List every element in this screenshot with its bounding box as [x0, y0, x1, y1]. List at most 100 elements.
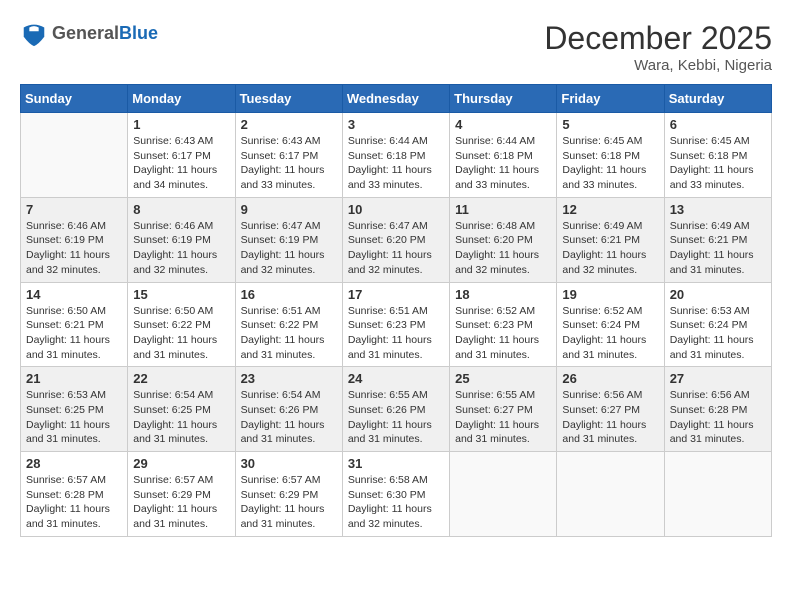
daylight-text: Daylight: 11 hours and 31 minutes. — [241, 419, 325, 446]
day-info: Sunrise: 6:49 AM Sunset: 6:21 PM Dayligh… — [670, 219, 766, 278]
day-number: 5 — [562, 117, 658, 132]
sunrise-text: Sunrise: 6:54 AM — [241, 389, 321, 401]
sunrise-text: Sunrise: 6:45 AM — [670, 135, 750, 147]
sunrise-text: Sunrise: 6:57 AM — [26, 474, 106, 486]
day-number: 9 — [241, 202, 337, 217]
table-row: 12 Sunrise: 6:49 AM Sunset: 6:21 PM Dayl… — [557, 197, 664, 282]
day-number: 10 — [348, 202, 444, 217]
day-number: 1 — [133, 117, 229, 132]
table-row: 29 Sunrise: 6:57 AM Sunset: 6:29 PM Dayl… — [128, 452, 235, 537]
day-info: Sunrise: 6:47 AM Sunset: 6:20 PM Dayligh… — [348, 219, 444, 278]
day-number: 25 — [455, 371, 551, 386]
sunrise-text: Sunrise: 6:53 AM — [26, 389, 106, 401]
day-info: Sunrise: 6:54 AM Sunset: 6:25 PM Dayligh… — [133, 388, 229, 447]
day-info: Sunrise: 6:52 AM Sunset: 6:24 PM Dayligh… — [562, 304, 658, 363]
sunrise-text: Sunrise: 6:57 AM — [133, 474, 213, 486]
daylight-text: Daylight: 11 hours and 32 minutes. — [133, 249, 217, 276]
sunset-text: Sunset: 6:23 PM — [348, 319, 426, 331]
day-number: 14 — [26, 287, 122, 302]
day-info: Sunrise: 6:58 AM Sunset: 6:30 PM Dayligh… — [348, 473, 444, 532]
sunset-text: Sunset: 6:19 PM — [241, 234, 319, 246]
day-info: Sunrise: 6:43 AM Sunset: 6:17 PM Dayligh… — [241, 134, 337, 193]
location-subtitle: Wara, Kebbi, Nigeria — [544, 57, 772, 74]
table-row: 26 Sunrise: 6:56 AM Sunset: 6:27 PM Dayl… — [557, 367, 664, 452]
daylight-text: Daylight: 11 hours and 31 minutes. — [455, 334, 539, 361]
col-friday: Friday — [557, 85, 664, 113]
day-info: Sunrise: 6:50 AM Sunset: 6:21 PM Dayligh… — [26, 304, 122, 363]
table-row: 15 Sunrise: 6:50 AM Sunset: 6:22 PM Dayl… — [128, 282, 235, 367]
sunrise-text: Sunrise: 6:43 AM — [133, 135, 213, 147]
day-number: 15 — [133, 287, 229, 302]
day-number: 2 — [241, 117, 337, 132]
sunrise-text: Sunrise: 6:47 AM — [348, 220, 428, 232]
table-row — [21, 113, 128, 198]
day-number: 26 — [562, 371, 658, 386]
daylight-text: Daylight: 11 hours and 31 minutes. — [348, 334, 432, 361]
col-saturday: Saturday — [664, 85, 771, 113]
day-info: Sunrise: 6:57 AM Sunset: 6:29 PM Dayligh… — [241, 473, 337, 532]
sunset-text: Sunset: 6:19 PM — [26, 234, 104, 246]
day-number: 16 — [241, 287, 337, 302]
daylight-text: Daylight: 11 hours and 31 minutes. — [241, 334, 325, 361]
daylight-text: Daylight: 11 hours and 31 minutes. — [562, 419, 646, 446]
day-number: 17 — [348, 287, 444, 302]
sunset-text: Sunset: 6:21 PM — [26, 319, 104, 331]
day-number: 6 — [670, 117, 766, 132]
daylight-text: Daylight: 11 hours and 33 minutes. — [455, 164, 539, 191]
daylight-text: Daylight: 11 hours and 33 minutes. — [241, 164, 325, 191]
table-row — [664, 452, 771, 537]
sunrise-text: Sunrise: 6:45 AM — [562, 135, 642, 147]
sunset-text: Sunset: 6:20 PM — [348, 234, 426, 246]
day-number: 12 — [562, 202, 658, 217]
sunset-text: Sunset: 6:18 PM — [562, 150, 640, 162]
sunset-text: Sunset: 6:18 PM — [348, 150, 426, 162]
daylight-text: Daylight: 11 hours and 31 minutes. — [26, 419, 110, 446]
table-row: 22 Sunrise: 6:54 AM Sunset: 6:25 PM Dayl… — [128, 367, 235, 452]
day-number: 27 — [670, 371, 766, 386]
day-info: Sunrise: 6:56 AM Sunset: 6:28 PM Dayligh… — [670, 388, 766, 447]
table-row — [450, 452, 557, 537]
day-number: 21 — [26, 371, 122, 386]
sunset-text: Sunset: 6:24 PM — [562, 319, 640, 331]
table-row: 30 Sunrise: 6:57 AM Sunset: 6:29 PM Dayl… — [235, 452, 342, 537]
col-monday: Monday — [128, 85, 235, 113]
daylight-text: Daylight: 11 hours and 31 minutes. — [562, 334, 646, 361]
sunset-text: Sunset: 6:25 PM — [26, 404, 104, 416]
day-number: 29 — [133, 456, 229, 471]
sunset-text: Sunset: 6:26 PM — [241, 404, 319, 416]
table-row: 18 Sunrise: 6:52 AM Sunset: 6:23 PM Dayl… — [450, 282, 557, 367]
sunset-text: Sunset: 6:18 PM — [670, 150, 748, 162]
sunset-text: Sunset: 6:29 PM — [133, 489, 211, 501]
sunset-text: Sunset: 6:27 PM — [455, 404, 533, 416]
sunset-text: Sunset: 6:26 PM — [348, 404, 426, 416]
daylight-text: Daylight: 11 hours and 33 minutes. — [348, 164, 432, 191]
logo: General Blue — [20, 20, 158, 48]
daylight-text: Daylight: 11 hours and 31 minutes. — [133, 334, 217, 361]
logo-blue: Blue — [119, 24, 158, 44]
sunset-text: Sunset: 6:27 PM — [562, 404, 640, 416]
day-info: Sunrise: 6:51 AM Sunset: 6:23 PM Dayligh… — [348, 304, 444, 363]
day-info: Sunrise: 6:57 AM Sunset: 6:29 PM Dayligh… — [133, 473, 229, 532]
sunset-text: Sunset: 6:18 PM — [455, 150, 533, 162]
sunrise-text: Sunrise: 6:43 AM — [241, 135, 321, 147]
daylight-text: Daylight: 11 hours and 32 minutes. — [348, 503, 432, 530]
day-info: Sunrise: 6:46 AM Sunset: 6:19 PM Dayligh… — [26, 219, 122, 278]
daylight-text: Daylight: 11 hours and 32 minutes. — [562, 249, 646, 276]
daylight-text: Daylight: 11 hours and 31 minutes. — [455, 419, 539, 446]
daylight-text: Daylight: 11 hours and 32 minutes. — [241, 249, 325, 276]
sunrise-text: Sunrise: 6:54 AM — [133, 389, 213, 401]
day-number: 11 — [455, 202, 551, 217]
sunrise-text: Sunrise: 6:55 AM — [348, 389, 428, 401]
month-year-title: December 2025 — [544, 20, 772, 57]
day-number: 19 — [562, 287, 658, 302]
day-info: Sunrise: 6:55 AM Sunset: 6:27 PM Dayligh… — [455, 388, 551, 447]
daylight-text: Daylight: 11 hours and 34 minutes. — [133, 164, 217, 191]
day-info: Sunrise: 6:44 AM Sunset: 6:18 PM Dayligh… — [348, 134, 444, 193]
day-number: 8 — [133, 202, 229, 217]
table-row: 9 Sunrise: 6:47 AM Sunset: 6:19 PM Dayli… — [235, 197, 342, 282]
day-number: 30 — [241, 456, 337, 471]
title-block: December 2025 Wara, Kebbi, Nigeria — [544, 20, 772, 74]
daylight-text: Daylight: 11 hours and 32 minutes. — [26, 249, 110, 276]
daylight-text: Daylight: 11 hours and 31 minutes. — [133, 503, 217, 530]
day-number: 7 — [26, 202, 122, 217]
